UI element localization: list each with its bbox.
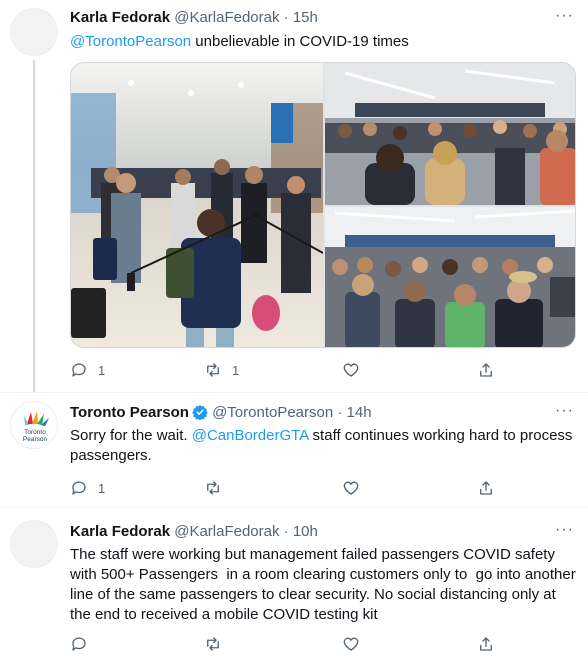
svg-text:Pearson: Pearson (23, 436, 48, 443)
photo-1[interactable] (71, 63, 323, 347)
author-handle[interactable]: @KarlaFedorak (174, 9, 279, 26)
retweet-button[interactable] (204, 479, 232, 497)
tweet-text-before: Sorry for the wait. (70, 427, 192, 444)
share-icon (480, 363, 492, 377)
reply-button[interactable] (70, 635, 98, 653)
share-icon (480, 637, 492, 651)
photo-3-image (325, 207, 575, 347)
reply-icon (72, 637, 86, 651)
photo-2-image (325, 63, 575, 205)
author-name[interactable]: Karla Fedorak (70, 9, 170, 26)
retweet-button[interactable]: 1 (204, 361, 239, 379)
photo-3[interactable] (325, 207, 575, 347)
share-button[interactable] (477, 479, 495, 497)
media-grid[interactable] (70, 62, 576, 348)
toronto-pearson-logo: Toronto Pearson (23, 411, 49, 443)
thread-line (33, 60, 35, 392)
reply-button[interactable]: 1 (70, 479, 105, 497)
reply-icon (72, 363, 86, 377)
tweet-header: Karla Fedorak @KarlaFedorak · 10h (70, 522, 318, 542)
mention-link[interactable]: @TorontoPearson (70, 33, 191, 50)
reply-icon (72, 481, 86, 495)
photo-1-image (71, 63, 323, 347)
share-icon (480, 481, 492, 495)
heart-icon (343, 363, 359, 377)
more-options-icon[interactable]: ··· (555, 401, 574, 421)
tweet-actions: 1 1 (70, 361, 500, 381)
reply-count: 1 (98, 362, 106, 378)
avatar[interactable] (10, 8, 58, 56)
verified-badge-icon (192, 405, 208, 420)
author-handle[interactable]: @TorontoPearson (212, 404, 333, 421)
tweet-header: Karla Fedorak @KarlaFedorak · 15h (70, 8, 318, 28)
heart-icon (343, 481, 359, 495)
tweet-actions: 1 (70, 479, 500, 499)
tweet-text-content: unbelievable in COVID-19 times (191, 33, 409, 50)
svg-text:Toronto: Toronto (24, 429, 46, 436)
share-button[interactable] (477, 361, 495, 379)
timestamp[interactable]: · 10h (284, 523, 318, 540)
photo-2[interactable] (325, 63, 575, 205)
reply-count: 1 (98, 480, 106, 496)
like-button[interactable] (342, 479, 370, 497)
more-options-icon[interactable]: ··· (555, 520, 574, 540)
reply-button[interactable]: 1 (70, 361, 105, 379)
mention-link[interactable]: @CanBorderGTA (192, 427, 309, 444)
author-name[interactable]: Karla Fedorak (70, 523, 170, 540)
avatar-toronto-pearson[interactable]: Toronto Pearson (10, 401, 58, 449)
timestamp[interactable]: · 15h (284, 9, 318, 26)
tweet-3[interactable]: Karla Fedorak @KarlaFedorak · 10h ··· Th… (0, 508, 588, 662)
heart-icon (343, 637, 359, 651)
retweet-icon (207, 637, 219, 651)
tweet-text: Sorry for the wait. @CanBorderGTA staff … (70, 426, 580, 466)
retweet-button[interactable] (204, 635, 232, 653)
share-button[interactable] (477, 635, 495, 653)
retweet-icon (207, 363, 219, 377)
timestamp[interactable]: · 14h (337, 404, 371, 421)
avatar[interactable] (10, 520, 58, 568)
retweet-count: 1 (232, 362, 240, 378)
tweet-actions (70, 635, 500, 655)
retweet-icon (207, 481, 219, 495)
tweet-2[interactable]: Toronto Pearson Toronto Pearson @Toronto… (0, 393, 588, 507)
like-button[interactable] (342, 635, 370, 653)
author-handle[interactable]: @KarlaFedorak (174, 523, 279, 540)
tweet-header: Toronto Pearson @TorontoPearson · 14h (70, 403, 372, 423)
like-button[interactable] (342, 361, 370, 379)
author-name[interactable]: Toronto Pearson (70, 404, 189, 421)
tweet-text: The staff were working but management fa… (70, 546, 580, 623)
tweet-1[interactable]: Karla Fedorak @KarlaFedorak · 15h ··· @T… (0, 0, 588, 392)
more-options-icon[interactable]: ··· (555, 6, 574, 26)
tweet-text: @TorontoPearson unbelievable in COVID-19… (70, 32, 580, 52)
